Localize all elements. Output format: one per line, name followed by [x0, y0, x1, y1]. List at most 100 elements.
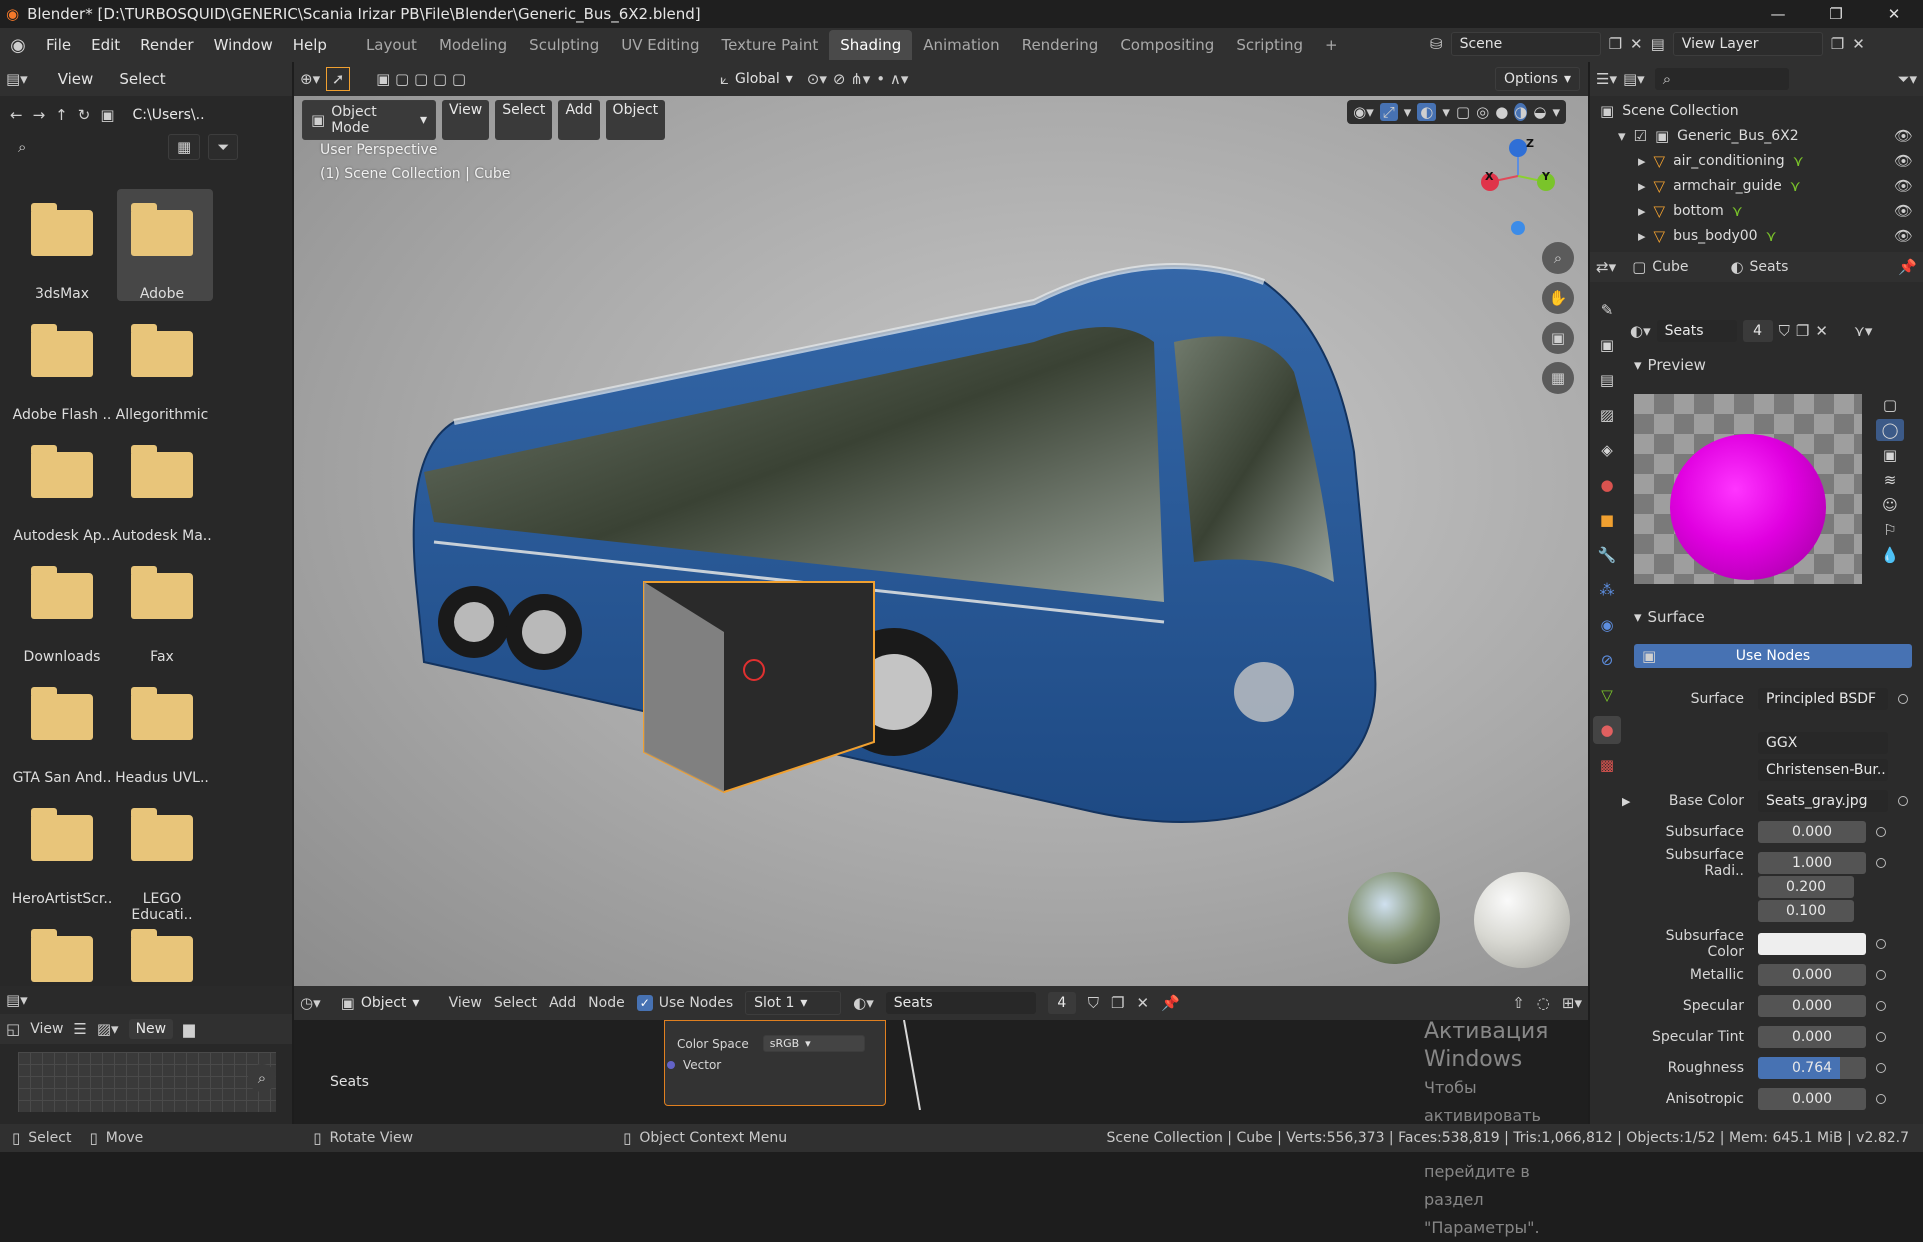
- expand-arrow-icon[interactable]: ▶: [1622, 795, 1630, 808]
- outliner-search-input[interactable]: ⌕: [1654, 68, 1789, 90]
- image-texture-node[interactable]: Color Space sRGB ▾ Vector: [664, 1020, 886, 1106]
- outliner-filter-icon[interactable]: ⏷▾: [1897, 70, 1917, 88]
- material-tab-icon[interactable]: ●: [1593, 716, 1621, 744]
- preview-sky-icon[interactable]: 💧: [1876, 544, 1904, 566]
- zoom-icon[interactable]: ⌕: [248, 1064, 276, 1092]
- pin-icon[interactable]: 📌: [1898, 258, 1917, 276]
- shader-node-editor[interactable]: ◷▾ ▣ Object ▾ View Select Add Node ✓ Use No…: [294, 986, 1588, 1237]
- node-tree-icon[interactable]: ⋎▾: [1854, 322, 1873, 340]
- folder-item[interactable]: HeroArtistScr..: [10, 808, 114, 907]
- snapping-icon[interactable]: ◌: [1537, 994, 1550, 1012]
- filebrowser-select-menu[interactable]: Select: [109, 70, 175, 88]
- expand-arrow-icon[interactable]: ▸: [1638, 152, 1646, 170]
- view-layer-icon[interactable]: ▤: [1651, 35, 1665, 53]
- solid-shading-icon[interactable]: ●: [1495, 103, 1508, 121]
- visibility-eye-icon[interactable]: 👁: [1894, 127, 1913, 145]
- object-mode-dropdown[interactable]: ▣ Object Mode ▾: [302, 100, 436, 140]
- output-tab-icon[interactable]: ▤: [1593, 366, 1621, 394]
- options-dropdown[interactable]: Options ▾: [1494, 67, 1580, 91]
- property-dropdown[interactable]: GGX: [1758, 732, 1888, 754]
- node-node-menu[interactable]: Node: [588, 995, 625, 1011]
- new-image-button[interactable]: New: [128, 1019, 174, 1039]
- delete-view-layer-icon[interactable]: ✕: [1852, 35, 1865, 53]
- expand-arrow-icon[interactable]: ▾: [1618, 127, 1626, 145]
- menu-file[interactable]: File: [36, 36, 81, 54]
- editor-type-icon[interactable]: ▤▾: [6, 70, 28, 88]
- overlays-icon[interactable]: ◐: [1417, 103, 1437, 121]
- visibility-eye-icon[interactable]: 👁: [1894, 227, 1913, 245]
- constraints-tab-icon[interactable]: ⊘: [1593, 646, 1621, 674]
- image-editor-type-icon[interactable]: ▤▾: [6, 991, 28, 1009]
- add-workspace-button[interactable]: +: [1314, 30, 1349, 60]
- outliner-object-row[interactable]: ▸ ▽ armchair_guide ⋎ 👁: [1600, 173, 1913, 198]
- roughness-slider[interactable]: 0.764: [1758, 1057, 1866, 1079]
- node-fake-user-icon[interactable]: ⛉: [1088, 994, 1099, 1012]
- navigation-gizmo[interactable]: [1478, 136, 1568, 236]
- node-duplicate-icon[interactable]: ❐: [1111, 994, 1124, 1012]
- property-number-field[interactable]: 0.000: [1758, 821, 1866, 843]
- shading-dropdown-icon[interactable]: ▾: [1552, 103, 1560, 121]
- properties-editor-type-icon[interactable]: ⇄▾: [1596, 258, 1616, 276]
- preview-monkey-icon[interactable]: ☺: [1876, 494, 1904, 516]
- checkbox-icon[interactable]: ☑: [1634, 127, 1647, 145]
- pivot-icon[interactable]: ⊙▾: [807, 70, 827, 88]
- filebrowser-view-menu[interactable]: View: [48, 70, 104, 88]
- property-number-field[interactable]: 0.000: [1758, 964, 1866, 986]
- world-tab-icon[interactable]: ●: [1593, 471, 1621, 499]
- visibility-icon[interactable]: ◉▾: [1353, 103, 1374, 121]
- node-pin-icon[interactable]: 📌: [1161, 994, 1180, 1012]
- select-tool-icon[interactable]: ➚: [326, 67, 351, 91]
- tab-animation[interactable]: Animation: [912, 30, 1010, 60]
- render-tab-icon[interactable]: ▣: [1593, 331, 1621, 359]
- material-preview-shading-icon[interactable]: ◑: [1514, 103, 1528, 121]
- viewport-editor-type-icon[interactable]: ⊕▾: [300, 70, 320, 88]
- property-number-field[interactable]: 1.000: [1758, 852, 1866, 874]
- menu-render[interactable]: Render: [130, 36, 203, 54]
- folder-item[interactable]: Autodesk Ap..: [10, 445, 114, 544]
- 3d-viewport[interactable]: ⊕▾ ➚ ▣ ▢ ▢ ▢ ▢ ⟀ Global ▾ ⊙▾ ⊘ ⋔▾ • ∧▾ Opt…: [294, 62, 1588, 986]
- visibility-eye-icon[interactable]: 👁: [1894, 177, 1913, 195]
- view-layer-tab-icon[interactable]: ▨: [1593, 401, 1621, 429]
- physics-tab-icon[interactable]: ◉: [1593, 611, 1621, 639]
- expand-arrow-icon[interactable]: ▸: [1638, 227, 1646, 245]
- image-canvas-grid[interactable]: [18, 1052, 276, 1112]
- minimize-button[interactable]: —: [1749, 0, 1807, 28]
- node-add-menu[interactable]: Add: [549, 995, 576, 1011]
- folder-item[interactable]: Adobe Flash ..: [10, 324, 114, 423]
- socket-link-icon[interactable]: [1876, 1001, 1886, 1011]
- preview-panel-header[interactable]: ▾ Preview: [1634, 356, 1706, 374]
- maximize-button[interactable]: ❐: [1807, 0, 1865, 28]
- preview-cube-icon[interactable]: ▣: [1876, 444, 1904, 466]
- node-view-menu[interactable]: View: [449, 995, 482, 1011]
- expand-arrow-icon[interactable]: ▸: [1638, 202, 1646, 220]
- data-tab-icon[interactable]: ▽: [1593, 681, 1621, 709]
- tab-scripting[interactable]: Scripting: [1225, 30, 1314, 60]
- image-browse-icon[interactable]: ▨▾: [97, 1020, 119, 1038]
- wireframe-shading-icon[interactable]: ◎: [1476, 103, 1489, 121]
- expand-arrow-icon[interactable]: ▸: [1638, 177, 1646, 195]
- material-users-count[interactable]: 4: [1742, 320, 1773, 342]
- filter-search-input[interactable]: ⌕: [10, 136, 160, 158]
- select-box-icon[interactable]: ▣ ▢ ▢ ▢ ▢: [376, 70, 466, 88]
- preview-cloth-icon[interactable]: ⚐: [1876, 519, 1904, 541]
- xray-icon[interactable]: ▢: [1456, 103, 1470, 121]
- property-number-field[interactable]: 0.000: [1758, 1088, 1866, 1110]
- node-material-field[interactable]: Seats: [885, 992, 1036, 1014]
- outliner-object-row[interactable]: ▸ ▽ bus_body00 ⋎ 👁: [1600, 223, 1913, 248]
- visibility-eye-icon[interactable]: 👁: [1894, 202, 1913, 220]
- tab-shading[interactable]: Shading: [829, 30, 913, 60]
- zoom-viewport-icon[interactable]: ⌕: [1542, 242, 1574, 274]
- folder-item[interactable]: Allegorithmic: [110, 324, 214, 423]
- menu-window[interactable]: Window: [204, 36, 283, 54]
- filter-dropdown[interactable]: ⏷: [208, 134, 239, 160]
- use-nodes-checkbox[interactable]: ✓ Use Nodes: [636, 995, 733, 1011]
- image-view-icon[interactable]: ◱: [6, 1020, 20, 1038]
- view-layer-selector[interactable]: View Layer: [1672, 32, 1823, 56]
- snap-icon[interactable]: ⊘ ⋔▾: [833, 70, 870, 88]
- viewport-view-menu[interactable]: View: [442, 100, 490, 140]
- node-material-browse-icon[interactable]: ◐▾: [853, 994, 874, 1012]
- socket-link-icon[interactable]: [1876, 1032, 1886, 1042]
- tab-uv-editing[interactable]: UV Editing: [610, 30, 710, 60]
- property-dropdown[interactable]: Christensen-Bur..: [1758, 759, 1888, 781]
- preview-sphere-icon[interactable]: ◯: [1876, 419, 1904, 441]
